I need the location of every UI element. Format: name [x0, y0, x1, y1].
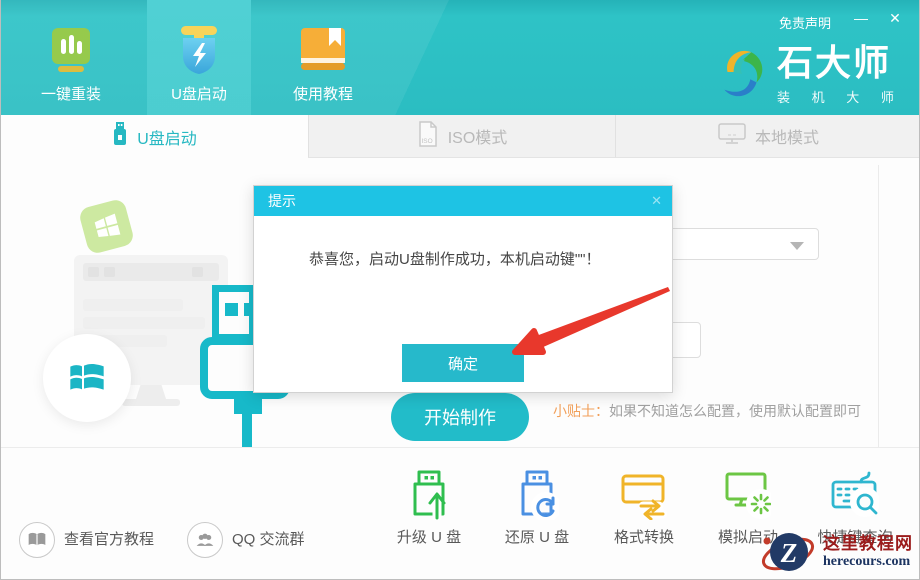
- ok-button[interactable]: 确定: [402, 344, 524, 382]
- simulate-boot-icon: [698, 468, 798, 520]
- watermark-title: 这里教程网: [823, 534, 913, 554]
- dialog-message: 恭喜您，启动U盘制作成功，本机启动键""！: [309, 248, 656, 269]
- tab-label: U盘启动: [137, 125, 197, 149]
- format-convert-icon: [594, 468, 694, 520]
- watermark: Z 这里教程网 herecours.com: [761, 524, 920, 580]
- disclaimer-link[interactable]: 免责声明: [779, 13, 831, 32]
- brand-swirl-icon: [713, 44, 771, 107]
- nav-tab-label: U盘启动: [171, 83, 227, 104]
- tool-label: 还原 U 盘: [487, 526, 587, 547]
- brand-name: 石大师: [777, 44, 903, 82]
- brand-logo: 石大师 装 机 大 师: [713, 44, 903, 107]
- watermark-domain: herecours.com: [823, 554, 913, 570]
- nav-tab-label: 使用教程: [293, 83, 353, 104]
- bar-chart-icon: [48, 26, 94, 76]
- tab-usb-boot[interactable]: U盘启动: [1, 115, 308, 158]
- tool-label: 格式转换: [594, 526, 694, 547]
- panel-right-border: [878, 165, 879, 448]
- qq-group-link[interactable]: QQ 交流群: [187, 522, 305, 558]
- shortcut-query-icon: [805, 468, 905, 520]
- shield-bolt-icon: [173, 26, 225, 76]
- nav-tab-label: 一键重装: [41, 83, 101, 104]
- nav-tab-usb-boot[interactable]: U盘启动: [147, 0, 251, 115]
- brand-subtitle: 装 机 大 师: [777, 87, 903, 106]
- usb-plug-illustration: [212, 285, 256, 341]
- tool-label: 升级 U 盘: [379, 526, 479, 547]
- prompt-dialog: 提示 ✕ 恭喜您，启动U盘制作成功，本机启动键""！ 确定: [253, 185, 673, 393]
- nav-tab-reinstall[interactable]: 一键重装: [19, 0, 123, 115]
- usb-drive-icon: [112, 122, 128, 151]
- people-group-icon: [187, 522, 223, 558]
- usb-upgrade-icon: [379, 468, 479, 520]
- tool-format-convert[interactable]: 格式转换: [594, 468, 694, 547]
- windows-tile-icon: [78, 198, 136, 256]
- tip-text: 小贴士：如果不知道怎么配置，使用默认配置即可: [553, 401, 861, 421]
- official-tutorial-link[interactable]: 查看官方教程: [19, 522, 154, 558]
- minimize-button[interactable]: —: [849, 6, 873, 30]
- book-icon: [299, 26, 347, 76]
- svg-text:ISO: ISO: [421, 138, 432, 145]
- tool-restore-usb[interactable]: 还原 U 盘: [487, 468, 587, 547]
- tab-label: ISO模式: [448, 124, 508, 148]
- tab-label: 本地模式: [755, 124, 819, 148]
- watermark-logo-icon: Z: [761, 524, 819, 580]
- start-make-button[interactable]: 开始制作: [391, 393, 529, 441]
- tool-upgrade-usb[interactable]: 升级 U 盘: [379, 468, 479, 547]
- dialog-title: 提示: [268, 193, 296, 209]
- link-label: QQ 交流群: [232, 522, 305, 558]
- dialog-titlebar: 提示 ✕: [254, 186, 672, 216]
- link-label: 查看官方教程: [64, 522, 154, 558]
- svg-text:Z: Z: [780, 538, 798, 568]
- chevron-down-icon: [790, 242, 804, 250]
- open-book-icon: [19, 522, 55, 558]
- iso-file-icon: ISO: [417, 121, 439, 152]
- tab-local-mode[interactable]: 本地模式: [615, 115, 920, 158]
- nav-tab-tutorial[interactable]: 使用教程: [271, 0, 375, 115]
- mode-tabrow: U盘启动 ISO ISO模式 本地模式: [1, 115, 920, 158]
- app-window: 一键重装 U盘启动: [0, 0, 920, 580]
- usb-plug-neck: [234, 399, 262, 414]
- usb-restore-icon: [487, 468, 587, 520]
- dialog-close-icon[interactable]: ✕: [651, 186, 662, 216]
- monitor-icon: [718, 123, 746, 150]
- windows-circle-logo: [43, 334, 131, 422]
- header: 一键重装 U盘启动: [1, 0, 920, 115]
- close-button[interactable]: ✕: [883, 6, 907, 30]
- tab-iso-mode[interactable]: ISO ISO模式: [308, 115, 615, 158]
